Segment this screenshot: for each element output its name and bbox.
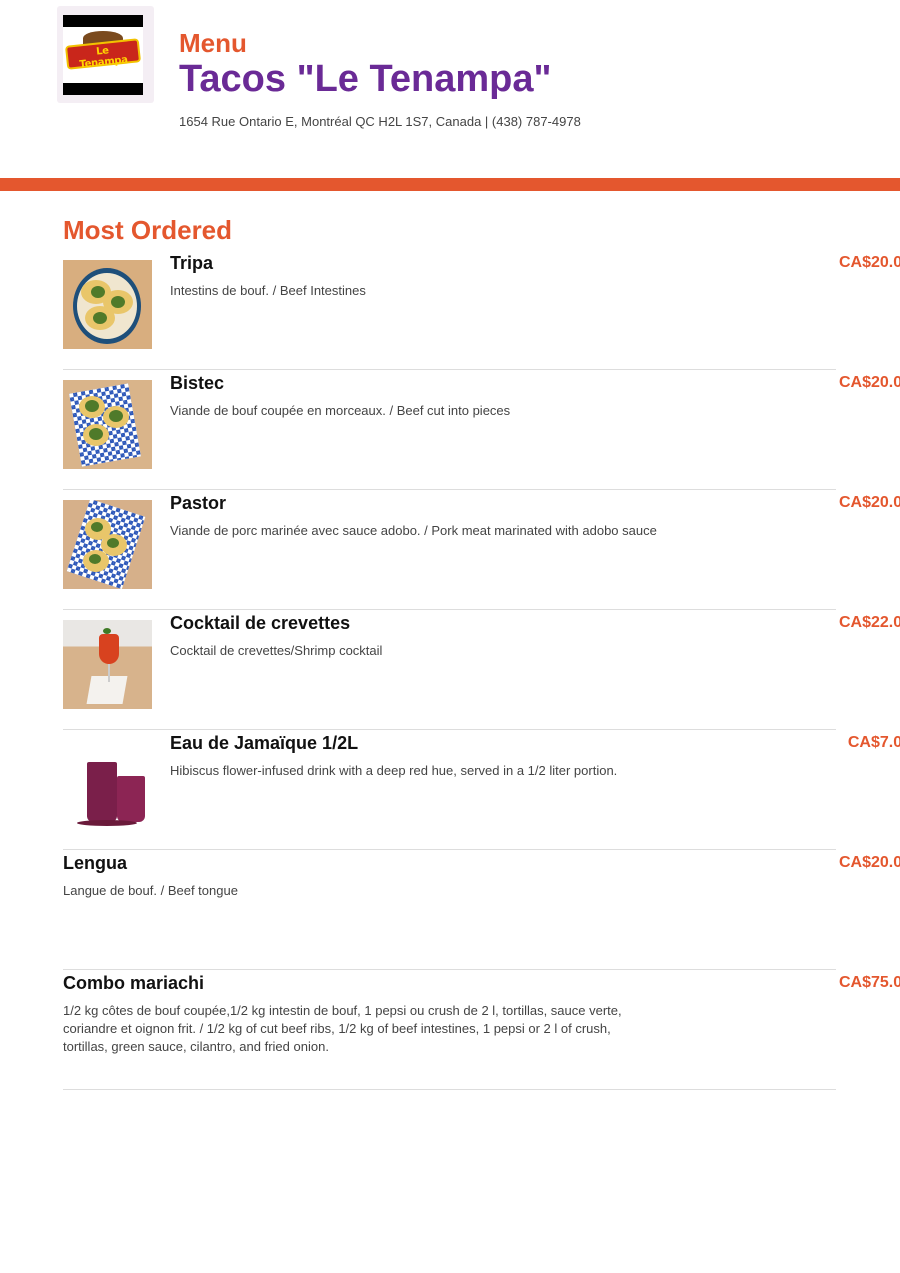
- menu-item-bistec[interactable]: Bistec Viande de bouf coupée en morceaux…: [63, 370, 900, 490]
- menu-item-lengua[interactable]: Lengua Langue de bouf. / Beef tongue CA$…: [63, 850, 900, 970]
- menu-item-cocktail-de-crevettes[interactable]: Cocktail de crevettes Cocktail de crevet…: [63, 610, 900, 730]
- item-description: Viande de porc marinée avec sauce adobo.…: [170, 523, 657, 538]
- section-title: Most Ordered: [63, 215, 233, 245]
- item-photo: [63, 740, 152, 829]
- item-price: CA$75.00: [838, 974, 900, 991]
- item-name: Pastor: [170, 493, 227, 513]
- item-price: CA$20.00: [838, 854, 900, 871]
- item-description: Hibiscus flower-infused drink with a dee…: [170, 763, 618, 778]
- item-price: CA$7.00: [847, 734, 900, 751]
- item-description: Intestins de bouf. / Beef Intestines: [170, 283, 366, 298]
- menu-label: Menu: [179, 28, 247, 58]
- item-name: Tripa: [170, 253, 214, 273]
- item-description: Cocktail de crevettes/Shrimp cocktail: [170, 643, 383, 658]
- item-photo: [63, 260, 152, 349]
- menu-item-combo-mariachi[interactable]: Combo mariachi 1/2 kg côtes de bouf coup…: [63, 970, 900, 1090]
- item-price: CA$20.00: [838, 254, 900, 271]
- restaurant-logo: Le Tenampa: [57, 6, 154, 103]
- item-photo: [63, 620, 152, 709]
- item-name: Lengua: [63, 853, 128, 873]
- item-description: 1/2 kg côtes de bouf coupée,1/2 kg intes…: [63, 1003, 622, 1054]
- menu-item-pastor[interactable]: Pastor Viande de porc marinée avec sauce…: [63, 490, 900, 610]
- item-name: Combo mariachi: [63, 973, 205, 993]
- item-name: Cocktail de crevettes: [170, 613, 351, 633]
- item-description: Viande de bouf coupée en morceaux. / Bee…: [170, 403, 511, 418]
- item-price: CA$20.00: [838, 374, 900, 391]
- menu-item-tripa[interactable]: Tripa Intestins de bouf. / Beef Intestin…: [63, 250, 900, 370]
- menu-header: Le Tenampa Menu Tacos "Le Tenampa" 1654 …: [0, 0, 900, 178]
- item-price: CA$22.00: [838, 614, 900, 631]
- item-price: CA$20.00: [838, 494, 900, 511]
- item-name: Eau de Jamaïque 1/2L: [170, 733, 359, 753]
- item-description: Langue de bouf. / Beef tongue: [63, 883, 238, 898]
- menu-item-eau-de-jamaique[interactable]: Eau de Jamaïque 1/2L Hibiscus flower-inf…: [63, 730, 900, 850]
- item-photo: [63, 380, 152, 469]
- restaurant-address: 1654 Rue Ontario E, Montréal QC H2L 1S7,…: [179, 114, 581, 129]
- item-photo: [63, 500, 152, 589]
- restaurant-name: Tacos "Le Tenampa": [179, 58, 552, 100]
- header-divider: [0, 178, 900, 191]
- menu-items-list: Tripa Intestins de bouf. / Beef Intestin…: [63, 250, 900, 1090]
- item-name: Bistec: [170, 373, 225, 393]
